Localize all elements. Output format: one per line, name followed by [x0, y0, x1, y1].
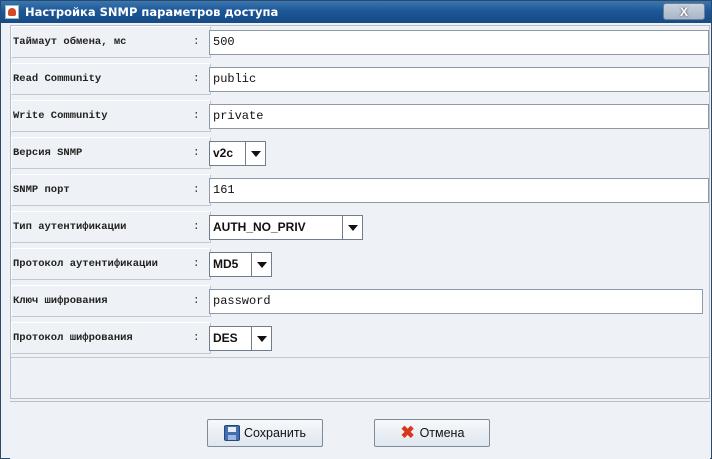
select-value: v2c [213, 146, 234, 160]
snmp-version-select[interactable]: v2c [209, 141, 266, 166]
select-value: DES [213, 331, 238, 345]
field-colon: : [193, 332, 200, 344]
encryption-protocol-select[interactable]: DES [209, 326, 272, 351]
snmp-settings-dialog: Настройка SNMP параметров доступа X Тайм… [0, 0, 712, 459]
cancel-button[interactable]: ✖ Отмена [374, 419, 490, 447]
field-colon: : [193, 110, 200, 122]
red-x-icon: ✖ [400, 423, 415, 442]
timeout-input[interactable]: 500 [209, 30, 709, 55]
field-colon: : [193, 73, 200, 85]
field-row-auth-protocol: Протокол аутентификации : MD5 [11, 248, 710, 281]
chevron-down-icon[interactable] [245, 142, 265, 165]
close-icon: X [679, 4, 688, 19]
field-colon: : [193, 184, 200, 196]
button-bar: Сохранить ✖ Отмена [10, 401, 710, 459]
field-row-snmp-port: SNMP порт : 161 [11, 174, 710, 207]
field-row-read-community: Read Community : public [11, 63, 710, 96]
java-app-icon [5, 5, 19, 19]
field-colon: : [193, 147, 200, 159]
field-row-encryption-protocol: Протокол шифрования : DES [11, 322, 710, 355]
field-label: Read Community [13, 73, 102, 85]
field-colon: : [193, 36, 200, 48]
read-community-input[interactable]: public [209, 67, 709, 92]
field-colon: : [193, 258, 200, 270]
field-row-snmp-version: Версия SNMP : v2c [11, 137, 710, 170]
select-value: AUTH_NO_PRIV [213, 220, 306, 234]
field-label: Write Community [13, 110, 108, 122]
field-label: SNMP порт [13, 184, 70, 196]
select-value: MD5 [213, 257, 239, 271]
chevron-down-icon[interactable] [251, 253, 271, 276]
encryption-key-input[interactable]: password [209, 289, 703, 314]
save-button[interactable]: Сохранить [207, 419, 323, 447]
chevron-down-icon[interactable] [251, 327, 271, 350]
title-bar[interactable]: Настройка SNMP параметров доступа X [1, 1, 711, 23]
field-label: Версия SNMP [13, 147, 83, 159]
window-title: Настройка SNMP параметров доступа [25, 5, 279, 19]
field-label: Тип аутентификации [13, 221, 127, 233]
save-label: Сохранить [243, 426, 307, 440]
snmp-port-input[interactable]: 161 [209, 178, 709, 203]
form-empty-area [11, 357, 710, 399]
field-label: Протокол аутентификации [13, 258, 158, 270]
cancel-label: Отмена [419, 426, 465, 440]
chevron-down-icon[interactable] [342, 216, 362, 239]
write-community-input[interactable]: private [209, 104, 709, 129]
field-label: Таймаут обмена, мс [13, 36, 127, 48]
auth-type-select[interactable]: AUTH_NO_PRIV [209, 215, 363, 240]
settings-form: Таймаут обмена, мс : 500 Read Community … [10, 25, 710, 399]
close-button[interactable]: X [663, 3, 705, 20]
field-label: Ключ шифрования [13, 295, 108, 307]
field-row-auth-type: Тип аутентификации : AUTH_NO_PRIV [11, 211, 710, 244]
auth-protocol-select[interactable]: MD5 [209, 252, 272, 277]
field-colon: : [193, 295, 200, 307]
field-label: Протокол шифрования [13, 332, 133, 344]
field-row-timeout: Таймаут обмена, мс : 500 [11, 26, 710, 59]
floppy-disk-icon [223, 425, 240, 441]
field-row-encryption-key: Ключ шифрования : password [11, 285, 710, 318]
field-row-write-community: Write Community : private [11, 100, 710, 133]
field-colon: : [193, 221, 200, 233]
